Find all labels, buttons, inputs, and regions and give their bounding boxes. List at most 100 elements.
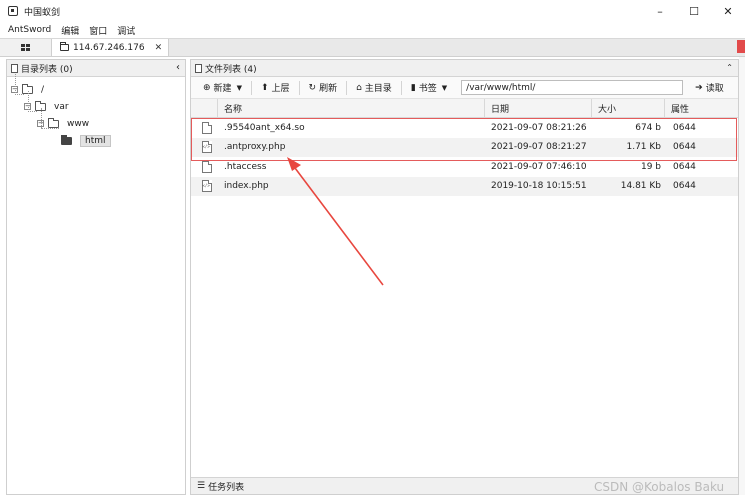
read-button[interactable]: ➔ 读取 [689,79,730,96]
bookmark-button[interactable]: ▮ 书签 ▼ [405,79,453,96]
tree-guide-line [15,94,24,95]
tree-guide-line [41,128,59,129]
file-name: index.php [224,181,269,192]
file-attr: 0644 [673,181,696,192]
task-list-label: 任务列表 [208,482,245,493]
tab-close-icon[interactable]: ✕ [155,43,163,53]
toolbar-separator [298,80,300,95]
list-icon: ☰ [197,481,206,491]
table-row[interactable]: .95540ant_x64.so 2021-09-07 08:21:26 674… [191,118,738,138]
file-grid-header: 名称 日期 大小 属性 [191,98,738,118]
tree-label: / [41,84,45,95]
file-size: 19 b [640,161,661,172]
app-icon [8,6,18,16]
file-attr: 0644 [673,142,696,153]
file-panel-header: 文件列表 (4) ⌃ [191,60,738,77]
tree-guide-line [15,74,16,95]
tree-node-var[interactable]: − var [7,98,185,115]
folder-icon [48,117,59,128]
column-date[interactable]: 日期 [485,98,592,118]
maximize-button[interactable]: ☐ [677,0,711,22]
bookmark-icon: ▮ [410,82,416,93]
file-toolbar: ⊕ 新建 ▼ ⬆ 上层 ↻ 刷新 ⌂ 主目录 ▮ 书签 ▼ ➔ 读取 [191,77,738,99]
new-button[interactable]: ⊕ 新建 ▼ [197,79,248,96]
document-icon [195,63,202,73]
file-name: .htaccess [224,161,267,172]
tree-node-root[interactable]: − / [7,81,185,98]
tab-bar: 114.67.246.176 ✕ [0,38,745,57]
tab-host[interactable]: 114.67.246.176 ✕ [52,39,170,56]
toolbar-separator [400,80,402,95]
tab-home[interactable] [0,39,52,56]
directory-panel-header: 目录列表 (0) ‹ [7,60,185,77]
window-controls: – ☐ ✕ [643,0,745,22]
file-grid-body: .95540ant_x64.so 2021-09-07 08:21:26 674… [191,118,738,196]
close-button[interactable]: ✕ [711,0,745,22]
column-icon [191,98,218,118]
watermark: CSDN @Kobalos Baku [594,480,725,494]
home-icon: ⌂ [356,82,362,93]
file-attr: 0644 [673,161,696,172]
arrow-right-icon: ➔ [695,82,703,93]
toolbar-separator [346,80,348,95]
caret-down-icon: ▼ [441,83,448,92]
edge-marker [737,40,745,53]
column-attr[interactable]: 属性 [665,99,738,118]
collapse-left-icon[interactable]: ‹ [176,62,180,73]
table-row[interactable]: index.php 2019-10-18 10:15:51 14.81 Kb 0… [191,176,738,197]
file-date: 2019-10-18 10:15:51 [491,181,587,192]
tree-label: var [54,101,69,112]
tree-label: www [67,118,90,129]
tree-guide-line [28,91,29,112]
file-panel-title: 文件列表 (4) [205,64,257,75]
table-row[interactable]: .htaccess 2021-09-07 07:46:10 19 b 0644 [191,157,738,177]
tree-guide-line [41,108,42,128]
code-file-icon [201,180,212,193]
tree-label: html [80,134,111,147]
column-size[interactable]: 大小 [592,98,665,118]
plus-circle-icon: ⊕ [203,82,211,93]
up-button[interactable]: ⬆ 上层 [255,79,296,96]
up-label: 上层 [271,84,290,94]
file-panel: 文件列表 (4) ⌃ ⊕ 新建 ▼ ⬆ 上层 ↻ 刷新 ⌂ 主目录 ▮ 书签 ▼ [190,59,739,495]
list-icon [11,63,18,73]
refresh-icon: ↻ [308,82,317,93]
caret-down-icon: ▼ [236,83,242,92]
folder-icon [60,42,69,51]
grid-icon [21,43,30,52]
read-label: 读取 [705,84,724,94]
file-icon [201,160,212,173]
file-size: 1.71 Kb [626,142,661,153]
menu-debug[interactable]: 调试 [117,24,135,37]
table-row[interactable]: .antproxy.php 2021-09-07 08:21:27 1.71 K… [191,137,738,158]
menu-window[interactable]: 窗口 [89,24,107,37]
column-name[interactable]: 名称 [218,98,485,118]
file-icon-cell [191,118,218,138]
minimize-button[interactable]: – [643,0,677,22]
file-name: .95540ant_x64.so [224,122,305,133]
file-size: 674 b [635,122,661,133]
bookmark-label: 书签 [418,84,437,94]
file-date: 2021-09-07 08:21:26 [491,122,587,133]
directory-panel: 目录列表 (0) ‹ − / − var − www html [6,59,186,495]
tree-guide-line [28,111,37,112]
arrow-up-icon: ⬆ [260,82,269,93]
code-file-icon [201,141,212,154]
home-dir-button[interactable]: ⌂ 主目录 [350,79,398,96]
directory-panel-title: 目录列表 (0) [21,64,73,75]
menu-edit[interactable]: 编辑 [61,24,79,37]
file-size: 14.81 Kb [620,181,661,192]
path-input[interactable] [461,80,684,95]
directory-tree: − / − var − www html [7,74,185,149]
tree-node-html[interactable]: html [7,132,185,149]
file-icon-cell [191,138,218,158]
file-icon-cell [191,177,218,197]
menu-antsword[interactable]: AntSword [8,25,51,35]
file-date: 2021-09-07 08:21:27 [491,142,587,153]
file-date: 2021-09-07 07:46:10 [491,161,587,172]
title-bar: 中国蚁剑 – ☐ ✕ [0,0,745,22]
collapse-up-icon[interactable]: ⌃ [726,63,733,72]
refresh-button[interactable]: ↻ 刷新 [303,79,344,96]
tree-node-www[interactable]: − www [7,115,185,132]
tab-host-label: 114.67.246.176 [73,42,145,53]
